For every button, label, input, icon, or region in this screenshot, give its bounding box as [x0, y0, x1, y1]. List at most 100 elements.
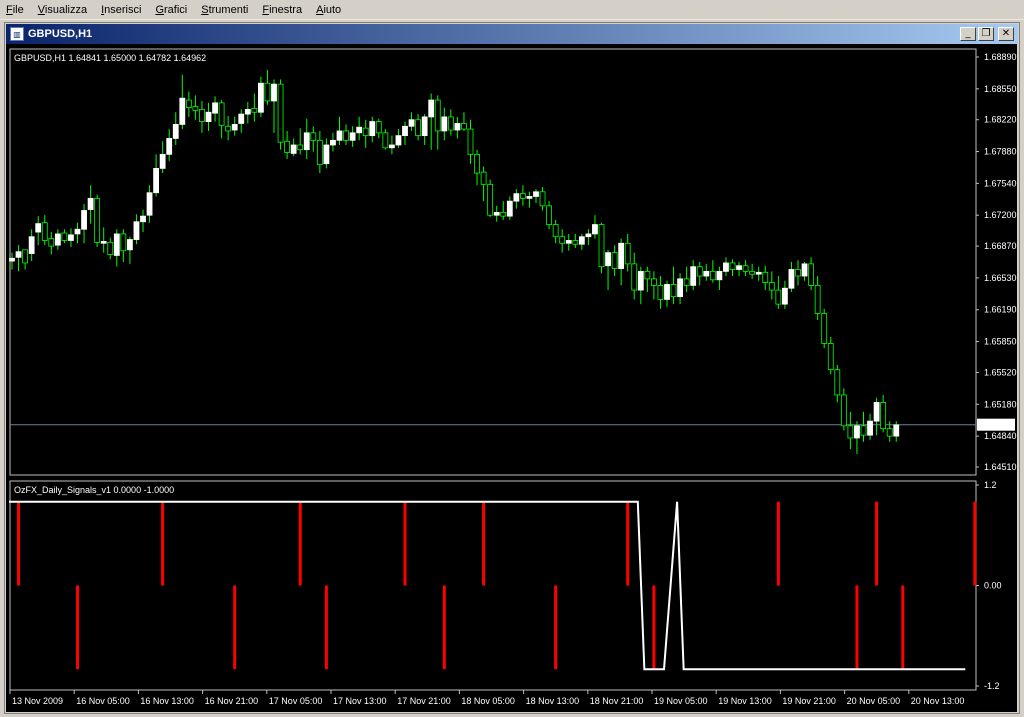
candle-body — [61, 232, 68, 241]
candle-body — [847, 425, 854, 439]
menu-label: rafici — [164, 3, 188, 16]
menu-item-visualizza[interactable]: Visualizza — [32, 4, 95, 16]
candle-body — [696, 266, 703, 277]
candle-body — [572, 240, 579, 245]
price-label: 1.65850 — [984, 337, 1017, 347]
candle-body — [775, 289, 782, 305]
menu-item-grafici[interactable]: Grafici — [149, 4, 195, 16]
menu-accelerator: S — [201, 3, 209, 16]
candle-body — [559, 236, 566, 244]
candle-body — [736, 265, 742, 270]
candle-body — [546, 205, 552, 225]
price-label: 1.66530 — [984, 273, 1017, 283]
close-button[interactable]: ✕ — [998, 27, 1014, 41]
menu-label: nserisci — [104, 3, 142, 16]
candle-body — [533, 191, 539, 197]
main-panel-frame — [9, 48, 977, 476]
candle-body — [271, 83, 277, 102]
candle-body — [520, 193, 526, 199]
candle-body — [153, 167, 160, 194]
candle-body — [303, 132, 310, 151]
candle-body — [703, 270, 710, 277]
candle-body — [880, 402, 887, 430]
candle-body — [749, 270, 756, 275]
candle-body — [375, 121, 382, 134]
menu-accelerator: G — [155, 3, 164, 16]
candle-body — [159, 153, 166, 169]
candle-body — [205, 111, 212, 122]
candle-body — [624, 242, 631, 265]
candle-body — [631, 263, 638, 291]
candle-body — [474, 153, 480, 174]
candle-body — [480, 171, 487, 185]
signal-line — [9, 500, 966, 671]
indicator-legend: OzFX_Daily_Signals_v1 0.0000 -1.0000 — [14, 485, 174, 495]
candle-body — [218, 102, 225, 126]
menu-item-inserisci[interactable]: Inserisci — [95, 4, 149, 16]
current-price-label: 1.64962 — [982, 420, 1015, 430]
window-title: GBPUSD,H1 — [28, 28, 93, 40]
time-label: 16 Nov 05:00 — [76, 696, 130, 706]
minimize-button[interactable]: _ — [960, 27, 976, 41]
menu-label: trumenti — [208, 3, 249, 16]
candle-body — [185, 99, 192, 108]
candle-body — [421, 116, 428, 137]
price-label: 1.67540 — [984, 178, 1017, 188]
menu-item-aiuto[interactable]: Aiuto — [310, 4, 349, 16]
menu-item-finestra[interactable]: Finestra — [256, 4, 310, 16]
candle-body — [15, 251, 22, 258]
candle-body — [140, 215, 146, 223]
menu-item-strumenti[interactable]: Strumenti — [195, 4, 256, 16]
menu-accelerator: F — [6, 3, 13, 16]
candle-body — [605, 252, 611, 267]
time-label: 18 Nov 21:00 — [590, 696, 644, 706]
candle-body — [782, 287, 788, 305]
candle-body — [48, 238, 55, 247]
candle-body — [795, 269, 801, 277]
candle-body — [651, 278, 657, 286]
candle-body — [323, 144, 330, 165]
candle-body — [840, 394, 847, 427]
candle-body — [297, 144, 304, 151]
candle-body — [100, 241, 107, 244]
candle-body — [461, 123, 467, 130]
candle-body — [231, 123, 238, 131]
candle-body — [873, 402, 880, 422]
candle-body — [408, 119, 415, 127]
candle-body — [362, 127, 369, 137]
menu-item-file[interactable]: File — [0, 4, 32, 16]
candle-body — [127, 239, 133, 251]
chart-canvas[interactable]: 1.68890 1.68550 1.68220 1.67880 1.67540 1.672… — [6, 44, 1017, 712]
candle-body — [238, 113, 245, 124]
candle-body — [493, 211, 500, 216]
candle-body — [487, 183, 494, 216]
window-titlebar[interactable]: ▥ GBPUSD,H1 _ ❐ ✕ — [6, 24, 1018, 44]
candle-body — [356, 126, 363, 134]
candle-body — [506, 200, 513, 217]
indicator-label: -1.2 — [984, 681, 1000, 691]
candle-body — [284, 140, 291, 153]
chart-area[interactable]: 1.68890 1.68550 1.68220 1.67880 1.67540 1.672… — [6, 44, 1017, 712]
menu-label: ile — [12, 3, 24, 16]
candle-body — [264, 82, 271, 102]
candle-body — [526, 196, 533, 199]
restore-button[interactable]: ❐ — [978, 27, 994, 41]
candle-body — [192, 106, 199, 111]
candle-body — [664, 284, 670, 300]
menu-label: iuto — [323, 3, 342, 16]
time-label: 17 Nov 05:00 — [269, 696, 323, 706]
chart-window-icon[interactable]: ▥ — [10, 27, 24, 41]
candle-body — [81, 210, 87, 230]
candle-body — [814, 285, 821, 314]
candle-body — [107, 241, 114, 255]
candle-body — [244, 109, 251, 115]
candle-body — [316, 139, 323, 166]
candle-body — [441, 116, 448, 132]
candle-body — [454, 123, 461, 131]
candle-body — [854, 425, 860, 439]
candle-body — [723, 262, 729, 272]
candle-body — [251, 108, 258, 113]
time-label: 18 Nov 13:00 — [526, 696, 580, 706]
candle-body — [310, 132, 317, 141]
candle-body — [120, 233, 127, 252]
